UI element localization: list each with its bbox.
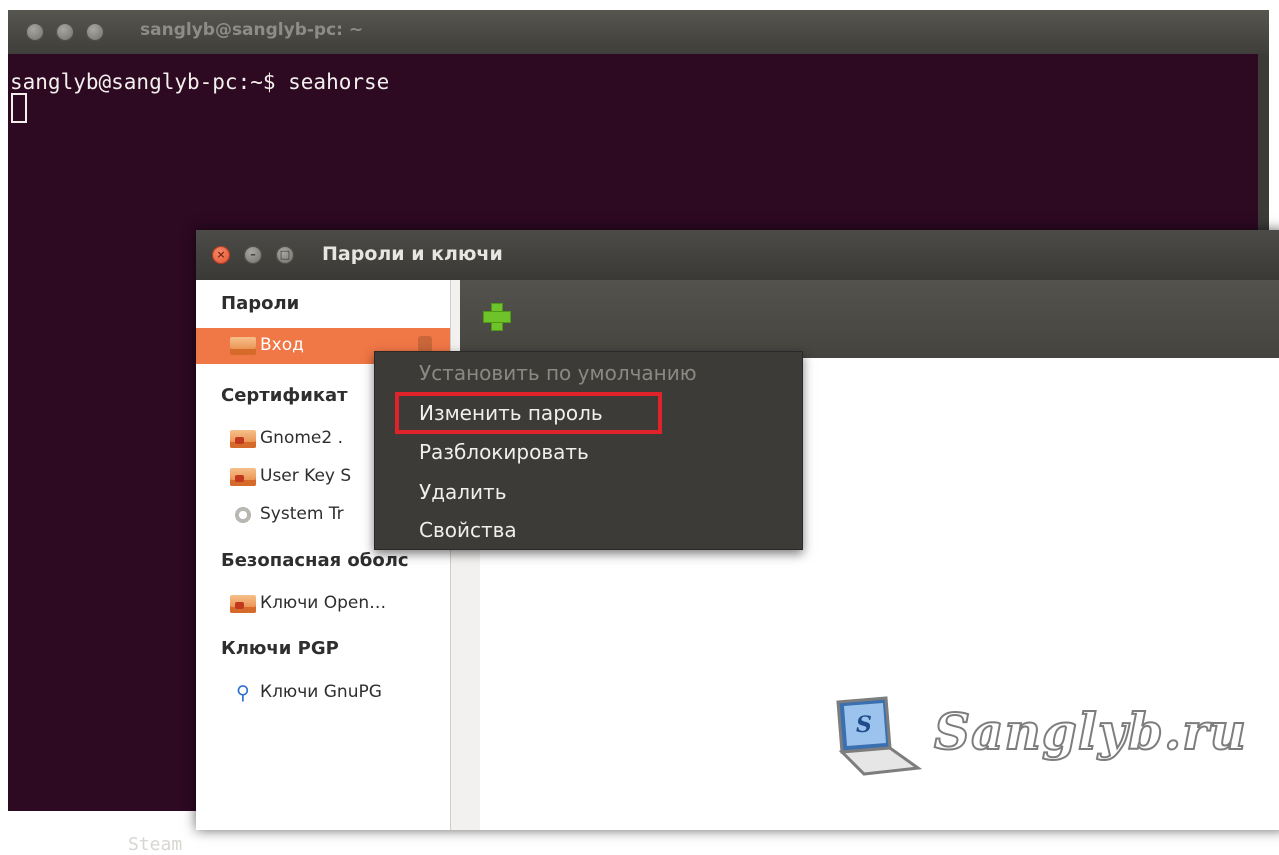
sidebar-item-label: Gnome2 . xyxy=(260,428,343,448)
terminal-prompt-line: sanglyb@sanglyb-pc:~$ seahorse xyxy=(10,70,390,94)
menu-item-delete[interactable]: Удалить xyxy=(419,480,507,504)
terminal-cursor xyxy=(11,93,27,123)
add-icon[interactable] xyxy=(482,302,512,332)
lock-icon[interactable] xyxy=(418,336,432,352)
laptop-icon: S xyxy=(836,696,922,776)
menu-item-change-password[interactable]: Изменить пароль xyxy=(419,401,603,425)
sidebar-item-label: Ключи GnuPG xyxy=(260,682,382,702)
section-passwords: Пароли xyxy=(221,293,300,314)
section-certificates: Сертификат xyxy=(221,385,348,406)
menu-item-unlock[interactable]: Разблокировать xyxy=(419,440,589,464)
section-pgp: Ключи PGP xyxy=(221,638,339,659)
toolbar xyxy=(460,280,1279,358)
minimize-icon: – xyxy=(250,248,256,261)
context-menu: Установить по умолчанию Изменить пароль … xyxy=(374,351,803,550)
terminal-minimize-button[interactable] xyxy=(56,23,74,41)
folder-icon xyxy=(230,337,256,355)
seahorse-close-button[interactable]: × xyxy=(212,246,230,264)
menu-item-set-default[interactable]: Установить по умолчанию xyxy=(419,361,697,385)
sidebar-item-label: System Tr xyxy=(260,504,344,524)
sidebar-item-label: Ключи Open… xyxy=(260,593,387,613)
keyring-folder-icon xyxy=(230,468,256,486)
terminal-maximize-button[interactable] xyxy=(86,23,104,41)
menu-item-properties[interactable]: Свойства xyxy=(419,518,517,542)
seahorse-maximize-button[interactable]: □ xyxy=(276,246,294,264)
terminal-close-button[interactable] xyxy=(26,23,44,41)
watermark-text: Sanglyb.ru xyxy=(933,701,1247,762)
gear-icon xyxy=(230,506,256,524)
sidebar-item-label: Вход xyxy=(260,335,304,355)
keyring-folder-icon xyxy=(230,430,256,448)
maximize-icon: □ xyxy=(279,248,291,261)
keyring-folder-icon xyxy=(230,595,256,613)
sidebar-item-label: User Key S xyxy=(260,466,352,486)
section-ssh: Безопасная оболс xyxy=(221,550,409,571)
seahorse-titlebar[interactable]: × – □ Пароли и ключи xyxy=(196,230,1279,280)
key-icon: ⚲ xyxy=(236,682,250,704)
terminal-title: sanglyb@sanglyb-pc: ~ xyxy=(140,20,364,40)
seahorse-title: Пароли и ключи xyxy=(322,243,503,265)
terminal-titlebar[interactable]: sanglyb@sanglyb-pc: ~ xyxy=(8,10,1269,54)
close-icon: × xyxy=(216,248,226,261)
terminal-bottom-text: Steam xyxy=(128,834,183,855)
svg-text:S: S xyxy=(856,712,872,738)
seahorse-minimize-button[interactable]: – xyxy=(244,246,262,264)
